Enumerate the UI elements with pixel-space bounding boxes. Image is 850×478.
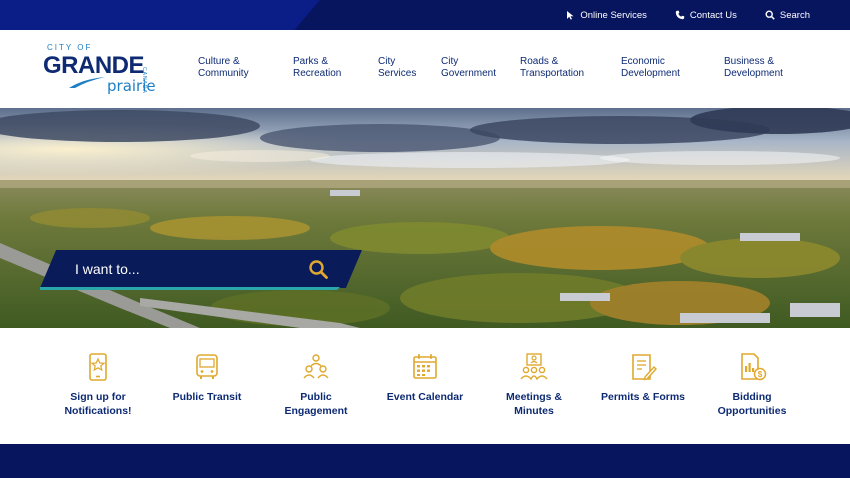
topbar-accent-shape [0, 0, 320, 30]
online-services-link[interactable]: Online Services [565, 10, 647, 21]
phone-icon [675, 10, 685, 20]
people-group-icon [303, 354, 329, 379]
phone-star-icon [89, 353, 107, 381]
quick-link-public-engagement[interactable]: Public Engagement [266, 352, 366, 418]
nav-economic-development[interactable]: Economic Development [621, 56, 680, 80]
logo-swoosh-icon [69, 77, 105, 88]
nav-culture-community[interactable]: Culture & Community [198, 56, 249, 80]
footer-band [0, 444, 850, 478]
quick-link-event-calendar[interactable]: Event Calendar [375, 352, 475, 404]
aerial-city-photo [0, 108, 850, 328]
quick-link-public-transit-label: Public Transit [172, 391, 242, 403]
search-icon [765, 10, 775, 20]
quick-link-public-transit[interactable]: Public Transit [157, 352, 257, 404]
hero-banner: I want to... [0, 108, 850, 328]
meeting-icon [520, 353, 548, 381]
calendar-icon [413, 354, 437, 379]
utility-links: Online Services Contact Us Search [565, 0, 810, 30]
online-services-label: Online Services [580, 9, 647, 21]
svg-text:$: $ [758, 370, 763, 379]
top-utility-bar: Online Services Contact Us Search [0, 0, 850, 30]
i-want-to-underline [40, 287, 340, 290]
quick-link-meetings-minutes-label: Meetings & Minutes [505, 391, 562, 417]
contact-us-link[interactable]: Contact Us [675, 10, 737, 21]
bus-icon [196, 354, 218, 379]
cursor-icon [567, 11, 574, 20]
quick-links: Sign up for Notifications! Public Transi… [0, 328, 850, 444]
quick-link-bidding-opportunities-label: Bidding Opportunities [717, 391, 787, 417]
quick-link-notifications[interactable]: Sign up for Notifications! [48, 352, 148, 418]
form-pencil-icon [632, 354, 657, 381]
quick-link-public-engagement-label: Public Engagement [284, 391, 348, 417]
quick-link-notifications-label: Sign up for Notifications! [64, 391, 132, 417]
nav-business-development[interactable]: Business & Development [724, 56, 783, 80]
i-want-to-search-bar[interactable]: I want to... [40, 250, 362, 290]
nav-roads-transportation[interactable]: Roads & Transportation [520, 56, 584, 80]
document-dollar-icon: $ [741, 353, 767, 381]
search-icon[interactable] [308, 259, 328, 279]
nav-city-government[interactable]: City Government [441, 56, 496, 80]
search-link[interactable]: Search [765, 10, 810, 21]
quick-link-bidding-opportunities[interactable]: $ Bidding Opportunities [702, 352, 802, 418]
city-logo[interactable]: CITY OF GRANDE prairie CANADA [43, 43, 163, 99]
i-want-to-label[interactable]: I want to... [75, 261, 140, 277]
nav-parks-recreation[interactable]: Parks & Recreation [293, 56, 341, 80]
quick-link-meetings-minutes[interactable]: Meetings & Minutes [484, 352, 584, 418]
logo-grande: GRANDE [43, 52, 145, 79]
quick-link-event-calendar-label: Event Calendar [386, 391, 464, 403]
quick-link-permits-forms[interactable]: Permits & Forms [593, 352, 693, 404]
logo-canada: CANADA [141, 67, 147, 94]
logo-prairie: prairie [107, 77, 156, 95]
nav-city-services[interactable]: City Services [378, 56, 416, 80]
quick-link-permits-forms-label: Permits & Forms [600, 391, 686, 403]
search-label: Search [779, 9, 810, 21]
contact-us-label: Contact Us [689, 9, 737, 21]
site-header: CITY OF GRANDE prairie CANADA Culture & … [0, 30, 850, 108]
logo-city-of: CITY OF [47, 43, 93, 52]
